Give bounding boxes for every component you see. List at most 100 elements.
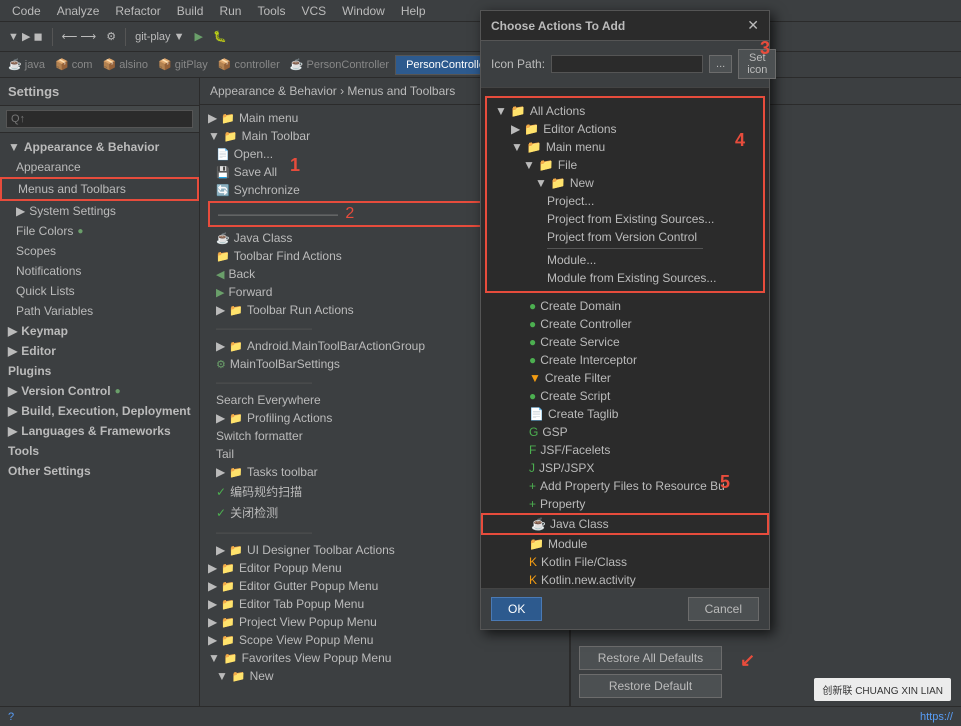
- file-colors-item[interactable]: File Colors ●: [0, 221, 199, 241]
- action-icon: ●: [529, 353, 536, 367]
- run-config-dropdown[interactable]: git-play ▼: [131, 29, 188, 45]
- file-modal-item[interactable]: ▼ 📁 File: [487, 156, 763, 174]
- editor-actions-item[interactable]: ▶ 📁 Editor Actions: [487, 120, 763, 138]
- expand-arrow: ▶: [216, 411, 225, 425]
- add-property-item[interactable]: + Add Property Files to Resource Bu: [481, 477, 769, 495]
- menu-code[interactable]: Code: [4, 2, 49, 20]
- action-icon: J: [529, 461, 535, 475]
- project-vc-item[interactable]: Project from Version Control: [487, 228, 763, 246]
- menu-window[interactable]: Window: [334, 2, 393, 20]
- path-variables-item[interactable]: Path Variables: [0, 301, 199, 321]
- module-modal-item[interactable]: 📁 Module: [481, 535, 769, 553]
- restore-all-defaults-button[interactable]: Restore All Defaults: [579, 646, 722, 670]
- notifications-item[interactable]: Notifications: [0, 261, 199, 281]
- system-settings-item[interactable]: ▶ System Settings: [0, 201, 199, 221]
- project-indicator: ☕ java: [4, 58, 49, 71]
- quick-lists-item[interactable]: Quick Lists: [0, 281, 199, 301]
- kotlin-activity-item[interactable]: K Kotlin.new.activity: [481, 571, 769, 588]
- alsino-tab[interactable]: 📦 alsino: [98, 58, 152, 71]
- ok-button[interactable]: OK: [491, 597, 542, 621]
- scope-view-item[interactable]: ▶ 📁 Scope View Popup Menu: [200, 631, 569, 649]
- tools-section[interactable]: Tools: [0, 441, 199, 461]
- toolbar-btn-1[interactable]: ⟵ ⟶: [58, 28, 101, 45]
- modal-close-button[interactable]: ✕: [747, 17, 759, 34]
- project-existing-item[interactable]: Project from Existing Sources...: [487, 210, 763, 228]
- action-icon: 🔄: [216, 184, 230, 197]
- all-actions-item[interactable]: ▼ 📁 All Actions: [487, 102, 763, 120]
- project-dropdown[interactable]: ▼ ▶ ◼: [4, 28, 47, 45]
- menu-vcs[interactable]: VCS: [293, 2, 334, 20]
- property-item[interactable]: + Property: [481, 495, 769, 513]
- gsp-item[interactable]: G GSP: [481, 423, 769, 441]
- debug-btn[interactable]: 🐛: [209, 28, 231, 45]
- create-script-item[interactable]: ● Create Script: [481, 387, 769, 405]
- create-service-item[interactable]: ● Create Service: [481, 333, 769, 351]
- expand-arrow: ▼: [208, 651, 220, 665]
- kotlin-file-item[interactable]: K Kotlin File/Class: [481, 553, 769, 571]
- status-url[interactable]: https://: [920, 711, 953, 723]
- appearance-behavior-section[interactable]: ▼ Appearance & Behavior: [0, 137, 199, 157]
- jsf-item[interactable]: F JSF/Facelets: [481, 441, 769, 459]
- choose-actions-modal: Choose Actions To Add ✕ Icon Path: ... S…: [480, 10, 770, 630]
- menu-help[interactable]: Help: [393, 2, 434, 20]
- create-filter-item[interactable]: ▼ Create Filter: [481, 369, 769, 387]
- main-menu-modal-item[interactable]: ▼ 📁 Main menu: [487, 138, 763, 156]
- module-item[interactable]: Module...: [487, 251, 763, 269]
- scopes-item[interactable]: Scopes: [0, 241, 199, 261]
- plugins-section[interactable]: Plugins: [0, 361, 199, 381]
- menus-toolbars-item[interactable]: Menus and Toolbars: [0, 177, 199, 201]
- jspjspx-item[interactable]: J JSP/JSPX: [481, 459, 769, 477]
- version-control-section[interactable]: ▶ Version Control ●: [0, 381, 199, 401]
- settings-search[interactable]: [6, 110, 193, 128]
- expand-arrow: ▶: [8, 384, 17, 398]
- action-icon: 📄: [529, 407, 544, 421]
- toolbar-btn-2[interactable]: ⚙: [102, 28, 120, 45]
- menu-run[interactable]: Run: [211, 2, 249, 20]
- other-settings-section[interactable]: Other Settings: [0, 461, 199, 481]
- help-link[interactable]: ?: [8, 711, 14, 723]
- folder-icon: 📁: [224, 130, 238, 143]
- create-interceptor-item[interactable]: ● Create Interceptor: [481, 351, 769, 369]
- watermark: 创新联 CHUANG XIN LIAN: [814, 678, 951, 701]
- new-modal-item[interactable]: ▼ 📁 New: [487, 174, 763, 192]
- menu-analyze[interactable]: Analyze: [49, 2, 108, 20]
- file-colors-badge: ●: [77, 226, 83, 237]
- create-domain-item[interactable]: ● Create Domain: [481, 297, 769, 315]
- new-folder-item[interactable]: ▼ 📁 New: [200, 667, 569, 685]
- modal-footer: OK Cancel: [481, 588, 769, 629]
- favorites-view-item[interactable]: ▼ 📁 Favorites View Popup Menu: [200, 649, 569, 667]
- action-icon: ✓: [216, 485, 226, 499]
- folder-icon: 📁: [216, 250, 230, 263]
- project-modal-item[interactable]: Project...: [487, 192, 763, 210]
- restore-default-button[interactable]: Restore Default: [579, 674, 722, 698]
- folder-icon: 📁: [221, 616, 235, 629]
- build-exec-deploy-section[interactable]: ▶ Build, Execution, Deployment: [0, 401, 199, 421]
- java-class-modal-item[interactable]: ☕ Java Class: [481, 513, 769, 535]
- controller-tab[interactable]: 📦 controller: [214, 58, 284, 71]
- menu-tools[interactable]: Tools: [249, 2, 293, 20]
- create-controller-item[interactable]: ● Create Controller: [481, 315, 769, 333]
- expand-arrow: ▶: [208, 579, 217, 593]
- personcontroller-tab[interactable]: ☕ PersonController: [286, 58, 393, 71]
- cancel-button[interactable]: Cancel: [688, 597, 759, 621]
- keymap-section[interactable]: ▶ Keymap: [0, 321, 199, 341]
- browse-button[interactable]: ...: [709, 55, 732, 73]
- folder-icon: 📁: [229, 544, 243, 557]
- folder-icon: 📁: [527, 140, 542, 154]
- com-tab[interactable]: 📦 com: [51, 58, 97, 71]
- editor-section[interactable]: ▶ Editor: [0, 341, 199, 361]
- languages-frameworks-section[interactable]: ▶ Languages & Frameworks: [0, 421, 199, 441]
- set-icon-button[interactable]: Set icon: [738, 49, 776, 79]
- gitplay-tab[interactable]: 📦 gitPlay: [154, 58, 212, 71]
- create-taglib-item[interactable]: 📄 Create Taglib: [481, 405, 769, 423]
- icon-path-input[interactable]: [551, 55, 703, 73]
- appearance-item[interactable]: Appearance: [0, 157, 199, 177]
- module-existing-item[interactable]: Module from Existing Sources...: [487, 269, 763, 287]
- toolbar-separator-2: [125, 28, 126, 46]
- run-btn[interactable]: ▶: [190, 28, 206, 45]
- menu-build[interactable]: Build: [169, 2, 212, 20]
- menu-refactor[interactable]: Refactor: [107, 2, 168, 20]
- folder-icon: 📁: [221, 580, 235, 593]
- action-icon: ✓: [216, 506, 226, 520]
- expand-arrow: ▶: [216, 543, 225, 557]
